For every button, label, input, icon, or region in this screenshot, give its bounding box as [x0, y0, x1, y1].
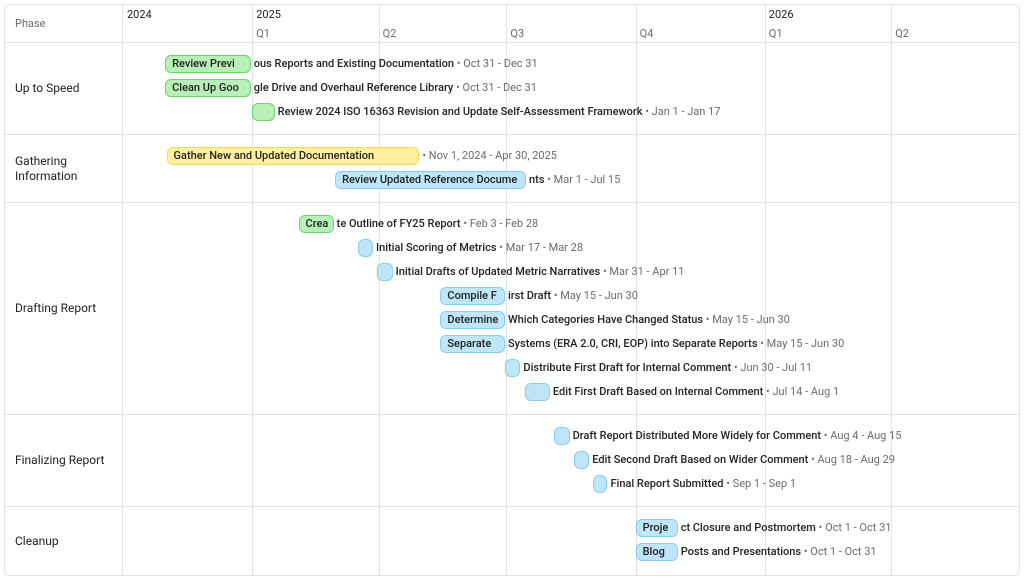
- task-dates: • May 15 - Jun 30: [706, 313, 790, 326]
- task-dates: • Mar 1 - Jul 15: [547, 173, 620, 186]
- task-dates: • Aug 18 - Aug 29: [811, 453, 895, 466]
- gantt-chart: Phase Up to SpeedGathering InformationDr…: [4, 4, 1020, 576]
- task-bar[interactable]: Initial Scoring of Metrics • Mar 17 - Ma…: [358, 239, 373, 257]
- task-label-overflow: Final Report Submitted • Sep 1 - Sep 1: [606, 475, 796, 493]
- phase-label: Drafting Report: [5, 203, 122, 415]
- task-row: Review 2024 ISO 16363 Revision and Updat…: [123, 101, 1019, 125]
- task-label-overflow: Systems (ERA 2.0, CRI, EOP) into Separat…: [504, 335, 844, 353]
- task-bar[interactable]: Clean Up Google Drive and Overhaul Refer…: [165, 79, 251, 97]
- task-dates: • May 15 - Jun 30: [554, 289, 638, 302]
- task-dates: • Oct 1 - Oct 31: [804, 545, 877, 558]
- task-label-overflow: nts • Mar 1 - Jul 15: [525, 171, 620, 189]
- task-bar[interactable]: Edit Second Draft Based on Wider Comment…: [574, 451, 589, 469]
- task-dates: • Feb 3 - Feb 28: [463, 217, 538, 230]
- task-label: Determine: [447, 313, 498, 326]
- task-dates: • Jan 1 - Jan 17: [645, 105, 720, 118]
- phase-block: Draft Report Distributed More Widely for…: [123, 415, 1019, 507]
- task-label-overflow: Draft Report Distributed More Widely for…: [569, 427, 902, 445]
- phase-block: Review Previ ous Reports and Existing Doc…: [123, 43, 1019, 135]
- task-dates: • Sep 1 - Sep 1: [726, 477, 796, 490]
- phase-block: Crea te Outline of FY25 Report • Feb 3 - …: [123, 203, 1019, 415]
- task-label-overflow: Edit Second Draft Based on Wider Comment…: [588, 451, 895, 469]
- task-label: Blog: [643, 545, 665, 558]
- task-dates: • Aug 4 - Aug 15: [824, 429, 902, 442]
- task-bar[interactable]: Project Closure and Postmortem • Oct 1 -…: [636, 519, 678, 537]
- task-bar[interactable]: Draft Report Distributed More Widely for…: [554, 427, 569, 445]
- task-bar[interactable]: Review 2024 ISO 16363 Revision and Updat…: [252, 103, 274, 121]
- task-label-overflow: gle Drive and Overhaul Reference Library…: [250, 79, 537, 97]
- task-label-overflow: Edit First Draft Based on Internal Comme…: [549, 383, 839, 401]
- task-row: Gather New and Updated Documentation • N…: [123, 145, 1019, 169]
- task-label-overflow: Initial Drafts of Updated Metric Narrati…: [392, 263, 685, 281]
- phase-label: Up to Speed: [5, 43, 122, 135]
- task-label: Clean Up Goo: [172, 81, 239, 94]
- task-bar[interactable]: Final Report Submitted • Sep 1 - Sep 1: [593, 475, 607, 493]
- task-row: Clean Up Goo gle Drive and Overhaul Refer…: [123, 77, 1019, 101]
- phase-block: Gather New and Updated Documentation • N…: [123, 135, 1019, 203]
- task-label: Proje: [643, 521, 669, 534]
- task-row: Separate Systems (ERA 2.0, CRI, EOP) int…: [123, 333, 1019, 357]
- task-label: Separate: [447, 337, 491, 350]
- task-row: Final Report Submitted • Sep 1 - Sep 1: [123, 473, 1019, 497]
- task-label: Compile F: [447, 289, 496, 302]
- task-label-overflow: • Nov 1, 2024 - Apr 30, 2025: [418, 147, 557, 165]
- task-row: Draft Report Distributed More Widely for…: [123, 425, 1019, 449]
- task-row: Distribute First Draft for Internal Comm…: [123, 357, 1019, 381]
- task-row: Review Previ ous Reports and Existing Doc…: [123, 53, 1019, 77]
- phase-label: Finalizing Report: [5, 415, 122, 507]
- task-row: Initial Drafts of Updated Metric Narrati…: [123, 261, 1019, 285]
- task-label: Crea: [306, 217, 329, 230]
- task-dates: • Oct 31 - Dec 31: [457, 57, 538, 70]
- task-dates: • Jul 14 - Aug 1: [766, 385, 839, 398]
- task-row: Edit First Draft Based on Internal Comme…: [123, 381, 1019, 405]
- task-bar[interactable]: Edit First Draft Based on Internal Comme…: [525, 383, 550, 401]
- task-row: Review Updated Reference Docume nts • Mar…: [123, 169, 1019, 193]
- task-dates: • Mar 31 - Apr 11: [603, 265, 685, 278]
- task-dates: • Jun 30 - Jul 11: [734, 361, 812, 374]
- task-bar[interactable]: Initial Drafts of Updated Metric Narrati…: [377, 263, 392, 281]
- task-row: Compile F irst Draft • May 15 - Jun 30: [123, 285, 1019, 309]
- task-bar[interactable]: Gather New and Updated Documentation • N…: [167, 147, 420, 165]
- timeline: 202420252026 Q1Q2Q3Q4Q1Q2 Review Previou…: [123, 5, 1019, 575]
- task-dates: • Oct 1 - Oct 31: [819, 521, 892, 534]
- task-bar[interactable]: Review Updated Reference Documents • Mar…: [335, 171, 526, 189]
- task-row: Crea te Outline of FY25 Report • Feb 3 - …: [123, 213, 1019, 237]
- task-label-overflow: Which Categories Have Changed Status • M…: [504, 311, 790, 329]
- task-label-overflow: Review 2024 ISO 16363 Revision and Updat…: [274, 103, 721, 121]
- task-bar[interactable]: Create Outline of FY25 Report • Feb 3 - …: [299, 215, 334, 233]
- phase-label: Gathering Information: [5, 135, 122, 203]
- task-label-overflow: Posts and Presentations • Oct 1 - Oct 31: [677, 543, 877, 561]
- task-label-overflow: ous Reports and Existing Documentation •…: [250, 55, 538, 73]
- task-label: Gather New and Updated Documentation: [174, 149, 375, 162]
- task-label-overflow: ct Closure and Postmortem • Oct 1 - Oct …: [677, 519, 892, 537]
- task-dates: • Nov 1, 2024 - Apr 30, 2025: [422, 149, 557, 162]
- task-bar[interactable]: Separate Systems (ERA 2.0, CRI, EOP) int…: [440, 335, 505, 353]
- task-label-overflow: Distribute First Draft for Internal Comm…: [519, 359, 812, 377]
- task-bar[interactable]: Distribute First Draft for Internal Comm…: [505, 359, 520, 377]
- task-dates: • Mar 17 - Mar 28: [499, 241, 583, 254]
- task-row: Edit Second Draft Based on Wider Comment…: [123, 449, 1019, 473]
- phase-label: Cleanup: [5, 507, 122, 575]
- task-bar[interactable]: Determine Which Categories Have Changed …: [440, 311, 505, 329]
- task-label-overflow: te Outline of FY25 Report • Feb 3 - Feb …: [333, 215, 539, 233]
- task-dates: • Oct 31 - Dec 31: [456, 81, 537, 94]
- task-row: Initial Scoring of Metrics • Mar 17 - Ma…: [123, 237, 1019, 261]
- task-bar[interactable]: Compile First Draft • May 15 - Jun 30: [440, 287, 505, 305]
- task-label: Review Previ: [172, 57, 235, 70]
- task-label: Review Updated Reference Docume: [342, 173, 517, 186]
- task-label-overflow: irst Draft • May 15 - Jun 30: [504, 287, 638, 305]
- task-bar[interactable]: Review Previous Reports and Existing Doc…: [165, 55, 251, 73]
- task-dates: • May 15 - Jun 30: [760, 337, 844, 350]
- phase-column: Phase Up to SpeedGathering InformationDr…: [5, 5, 123, 575]
- phase-header: Phase: [5, 5, 122, 43]
- task-row: Determine Which Categories Have Changed …: [123, 309, 1019, 333]
- task-row: Blog Posts and Presentations • Oct 1 - O…: [123, 541, 1019, 565]
- task-label-overflow: Initial Scoring of Metrics • Mar 17 - Ma…: [372, 239, 583, 257]
- task-bar[interactable]: Blog Posts and Presentations • Oct 1 - O…: [636, 543, 678, 561]
- task-row: Proje ct Closure and Postmortem • Oct 1 -…: [123, 517, 1019, 541]
- phase-block: Proje ct Closure and Postmortem • Oct 1 -…: [123, 507, 1019, 575]
